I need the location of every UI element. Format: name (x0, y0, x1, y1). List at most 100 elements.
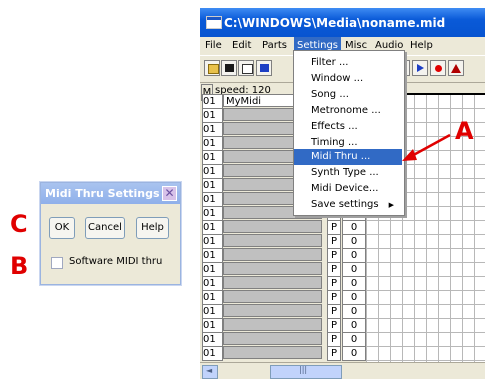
software-midi-thru-label: Software MIDI thru (69, 256, 163, 267)
track-number: 01 (202, 290, 223, 305)
track-row[interactable]: 01 P0 (202, 262, 366, 277)
horizontal-scrollbar[interactable] (200, 362, 485, 379)
track-row[interactable]: 01 P0 (202, 346, 366, 361)
track-number: 01 (202, 150, 223, 165)
notes-icon[interactable] (256, 60, 272, 76)
menu-item-midi-thru[interactable]: Midi Thru ... (294, 149, 402, 165)
track-p-field[interactable]: P (327, 290, 341, 305)
track-name[interactable] (223, 276, 322, 289)
menu-item-save-settings-label: Save settings (311, 199, 379, 210)
help-button[interactable]: Help (136, 217, 169, 239)
track-p-field[interactable]: P (327, 318, 341, 333)
menu-item-metronome[interactable]: Metronome ... (294, 103, 402, 119)
track-value-field[interactable]: 0 (342, 220, 366, 235)
cancel-button[interactable]: Cancel (85, 217, 125, 239)
open-folder-icon[interactable] (204, 60, 220, 76)
settings-dropdown-menu: Filter ... Window ... Song ... Metronome… (293, 50, 405, 216)
menu-item-midi-device[interactable]: Midi Device... (294, 181, 402, 197)
menu-item-effects[interactable]: Effects ... (294, 119, 402, 135)
track-number: 01 (202, 346, 223, 361)
track-p-field[interactable]: P (327, 332, 341, 347)
track-number: 01 (202, 304, 223, 319)
track-p-field[interactable]: P (327, 234, 341, 249)
close-icon[interactable]: ✕ (162, 186, 177, 201)
metronome-icon[interactable] (448, 60, 464, 76)
track-name[interactable] (223, 290, 322, 303)
track-row[interactable]: 01 P0 (202, 304, 366, 319)
track-row[interactable]: 01 P0 (202, 248, 366, 263)
track-number: 01 (202, 178, 223, 193)
track-row[interactable]: 01 P0 (202, 318, 366, 333)
software-midi-thru-checkbox[interactable] (51, 257, 63, 269)
track-number: 01 (202, 220, 223, 235)
track-value-field[interactable]: 0 (342, 262, 366, 277)
title-bar[interactable]: C:\WINDOWS\Media\noname.mid (200, 8, 485, 37)
menu-edit[interactable]: Edit (232, 40, 251, 51)
track-value-field[interactable]: 0 (342, 248, 366, 263)
track-p-field[interactable]: P (327, 262, 341, 277)
track-name[interactable] (223, 234, 322, 247)
dialog-title: Midi Thru Settings (45, 187, 160, 200)
track-number: 01 (202, 94, 223, 109)
track-name[interactable] (223, 220, 322, 233)
menu-file[interactable]: File (205, 40, 222, 51)
track-p-field[interactable]: P (327, 346, 341, 361)
track-row[interactable]: 01 P0 (202, 332, 366, 347)
new-file-icon[interactable] (238, 60, 254, 76)
scroll-left-button[interactable] (202, 365, 218, 379)
menu-item-save-settings[interactable]: Save settings ▶ (294, 197, 402, 213)
track-number: 01 (202, 318, 223, 333)
track-value-field[interactable]: 0 (342, 332, 366, 347)
track-row[interactable]: 01 P0 (202, 234, 366, 249)
track-number: 01 (202, 248, 223, 263)
track-number: 01 (202, 192, 223, 207)
track-p-field[interactable]: P (327, 304, 341, 319)
record-icon[interactable] (430, 60, 446, 76)
dialog-title-bar[interactable]: Midi Thru Settings ✕ (41, 183, 180, 204)
track-value-field[interactable]: 0 (342, 290, 366, 305)
ok-button[interactable]: OK (49, 217, 75, 239)
track-p-field[interactable]: P (327, 248, 341, 263)
menu-item-song[interactable]: Song ... (294, 87, 402, 103)
menu-item-synth-type[interactable]: Synth Type ... (294, 165, 402, 181)
window-title: C:\WINDOWS\Media\noname.mid (224, 16, 446, 30)
annotation-letter-a: A (455, 117, 474, 145)
track-row[interactable]: 01 P0 (202, 220, 366, 235)
menu-parts[interactable]: Parts (262, 40, 287, 51)
scroll-thumb[interactable] (270, 365, 342, 379)
window-icon (206, 16, 222, 29)
track-p-field[interactable]: P (327, 276, 341, 291)
track-name[interactable] (223, 346, 322, 359)
track-number: 01 (202, 108, 223, 123)
track-value-field[interactable]: 0 (342, 304, 366, 319)
step-icon[interactable] (412, 60, 428, 76)
track-row[interactable]: 01 P0 (202, 276, 366, 291)
track-value-field[interactable]: 0 (342, 346, 366, 361)
track-name[interactable] (223, 304, 322, 317)
annotation-letter-b: B (10, 252, 29, 280)
submenu-arrow-icon: ▶ (388, 201, 394, 209)
track-number: 01 (202, 136, 223, 151)
track-number: 01 (202, 206, 223, 221)
track-value-field[interactable]: 0 (342, 234, 366, 249)
track-name[interactable] (223, 318, 322, 331)
midi-thru-settings-dialog: Midi Thru Settings ✕ OK Cancel Help Soft… (40, 182, 181, 285)
track-name[interactable] (223, 248, 322, 261)
save-disk-icon[interactable] (221, 60, 237, 76)
track-number: 01 (202, 122, 223, 137)
track-name[interactable] (223, 262, 322, 275)
track-number: 01 (202, 276, 223, 291)
track-number: 01 (202, 164, 223, 179)
track-name[interactable] (223, 332, 322, 345)
track-value-field[interactable]: 0 (342, 276, 366, 291)
track-p-field[interactable]: P (327, 220, 341, 235)
menu-item-filter[interactable]: Filter ... (294, 55, 402, 71)
track-number: 01 (202, 234, 223, 249)
track-number: 01 (202, 332, 223, 347)
track-number: 01 (202, 262, 223, 277)
track-value-field[interactable]: 0 (342, 318, 366, 333)
track-row[interactable]: 01 P0 (202, 290, 366, 305)
annotation-letter-c: C (10, 210, 28, 238)
menu-help[interactable]: Help (410, 40, 433, 51)
menu-item-window[interactable]: Window ... (294, 71, 402, 87)
